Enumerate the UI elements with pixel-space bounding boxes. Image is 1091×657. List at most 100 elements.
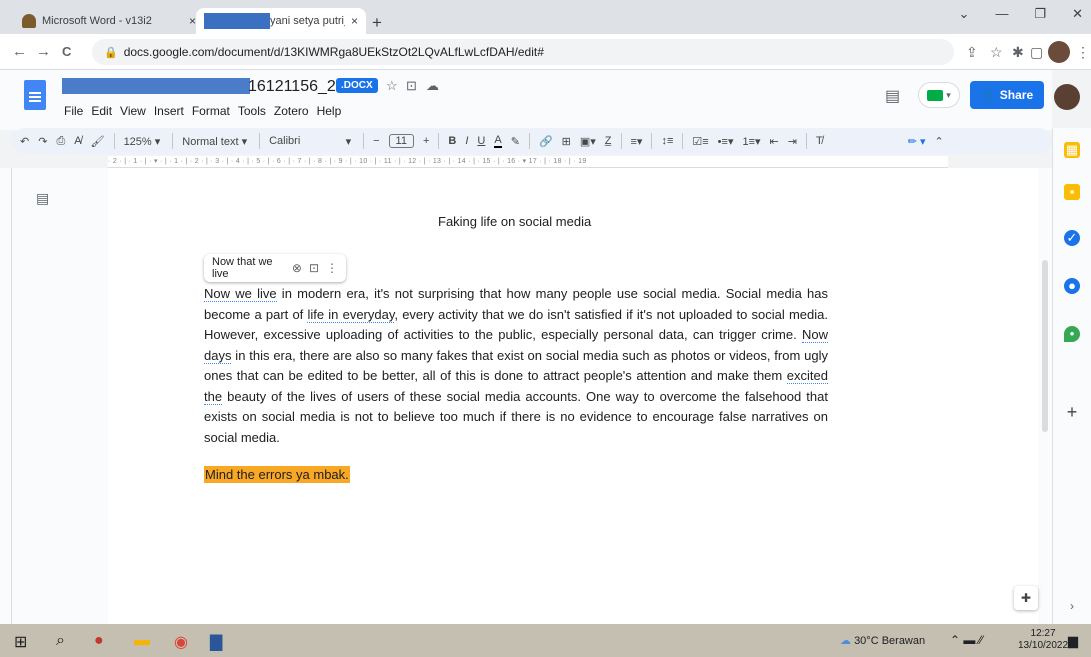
insert-image-icon[interactable]: ▣▾ [580, 135, 596, 148]
share-button[interactable]: 👤 Share [970, 81, 1044, 109]
checklist-icon[interactable]: ☑≡ [692, 135, 708, 148]
keep-icon[interactable]: ▪ [1064, 184, 1080, 200]
star-icon[interactable]: ☆ [386, 78, 398, 94]
grammar-flagged-text[interactable]: life in everyday [307, 306, 395, 323]
reload-button[interactable]: C [62, 44, 71, 59]
document-page[interactable]: Faking life on social media Now we live … [108, 168, 1038, 624]
more-options-icon[interactable]: ⋮ [326, 261, 338, 275]
text-color-button[interactable]: A [494, 134, 502, 148]
line-spacing-icon[interactable]: ↕≡ [661, 135, 673, 147]
style-select[interactable]: Normal text ▾ [182, 135, 247, 148]
undo-icon[interactable]: ↶ [20, 135, 29, 148]
tab-search-icon[interactable]: ⌄ [959, 6, 970, 22]
redo-icon[interactable]: ↷ [38, 135, 47, 148]
new-tab-button[interactable]: + [372, 13, 382, 33]
maps-icon[interactable]: • [1064, 326, 1080, 342]
vertical-scrollbar[interactable] [1042, 260, 1048, 432]
add-addon-icon[interactable]: + [1064, 403, 1080, 421]
clear-icon[interactable]: Z̲ [605, 135, 612, 147]
italic-button[interactable]: I [465, 135, 468, 147]
bulleted-list-icon[interactable]: •≡▾ [718, 135, 734, 148]
clock[interactable]: 12:27 13/10/2022 [1018, 628, 1068, 652]
menu-file[interactable]: File [64, 104, 83, 118]
comment-history-icon[interactable]: ▤ [885, 86, 900, 106]
windows-start-icon[interactable]: ⊞ [14, 632, 27, 652]
close-tab-icon[interactable]: × [351, 14, 358, 28]
word-icon[interactable]: ▇ [210, 632, 222, 652]
numbered-list-icon[interactable]: 1≡▾ [742, 135, 760, 148]
underline-button[interactable]: U [477, 135, 485, 147]
move-folder-icon[interactable]: ⊡ [406, 78, 417, 94]
menu-view[interactable]: View [120, 104, 146, 118]
add-comment-icon[interactable]: ⊞ [562, 135, 571, 148]
redacted-title-block [62, 78, 250, 94]
bold-button[interactable]: B [448, 135, 456, 147]
document-title[interactable]: 16121156_2F [248, 78, 346, 96]
zoom-select[interactable]: 125% ▾ [124, 135, 161, 148]
side-panel-icon[interactable]: ▢ [1030, 44, 1043, 61]
address-bar[interactable]: 🔒 docs.google.com/document/d/13KIWMRga8U… [92, 39, 954, 65]
file-explorer-icon[interactable]: ▬ [134, 632, 150, 650]
font-select[interactable]: Calibri ▾ [269, 135, 351, 148]
menu-zotero[interactable]: Zotero [274, 104, 309, 118]
share-label: Share [999, 88, 1034, 102]
decrease-indent-icon[interactable]: ⇤ [770, 135, 779, 148]
close-tab-icon[interactable]: × [189, 14, 196, 28]
tasks-icon[interactable]: ✓ [1064, 230, 1080, 246]
app-icon[interactable]: ● [94, 632, 104, 650]
toolbar-divider [113, 133, 115, 149]
horizontal-ruler[interactable]: · 2 · | · 1 · | · ▾ · | · 1 · | · 2 · | … [108, 156, 948, 168]
menu-format[interactable]: Format [192, 104, 230, 118]
menu-edit[interactable]: Edit [91, 104, 112, 118]
print-icon[interactable]: ⎙ [56, 135, 65, 148]
paint-format-icon[interactable]: 🖌 [91, 135, 105, 148]
share-page-icon[interactable]: ⇪ [966, 44, 978, 61]
chevron-right-icon[interactable]: › [1064, 598, 1080, 614]
minimize-button[interactable]: — [995, 6, 1008, 22]
calendar-icon[interactable]: ▦ [1064, 142, 1080, 158]
close-window-button[interactable]: ✕ [1072, 6, 1083, 22]
docs-logo-icon[interactable] [24, 80, 46, 110]
browser-tab-word[interactable]: Microsoft Word - v13i2 × [14, 8, 204, 34]
system-tray-icons[interactable]: ⌃ ▬ ⁄⁄ [950, 633, 983, 647]
font-size-input[interactable]: 11 [388, 134, 414, 148]
menu-tools[interactable]: Tools [238, 104, 266, 118]
search-icon[interactable]: ⌕ [56, 632, 65, 650]
editing-mode-icon[interactable]: ✏ ▾ [908, 135, 926, 148]
weather-status[interactable]: ☁ 30°C Berawan [840, 634, 925, 647]
contacts-icon[interactable]: ● [1064, 278, 1080, 294]
cloud-status-icon[interactable]: ☁ [426, 78, 439, 94]
forward-button[interactable]: → [36, 43, 51, 60]
explore-button[interactable]: ✚ [1014, 586, 1038, 610]
weather-text: 30°C Berawan [854, 635, 926, 647]
suggestion-comment-icon[interactable]: ⊡ [309, 261, 319, 275]
collapse-menu-icon[interactable]: ⌃ [935, 135, 944, 148]
insert-link-icon[interactable]: 🔗 [539, 135, 553, 148]
chrome-profile-avatar[interactable] [1048, 41, 1070, 63]
extensions-puzzle-icon[interactable]: ✱ [1012, 44, 1024, 61]
menu-help[interactable]: Help [317, 104, 342, 118]
notifications-icon[interactable]: ▆ [1068, 633, 1078, 649]
user-avatar[interactable] [1054, 84, 1080, 110]
restore-button[interactable]: ❐ [1034, 6, 1046, 22]
increase-indent-icon[interactable]: ⇥ [788, 135, 797, 148]
bookmark-star-icon[interactable]: ☆ [990, 44, 1003, 61]
align-icon[interactable]: ≡▾ [631, 135, 643, 148]
clear-formatting-icon[interactable]: T̸ [816, 135, 823, 147]
chrome-menu-icon[interactable]: ⋮ [1076, 44, 1090, 61]
meet-button[interactable]: ▾ [918, 82, 960, 108]
vertical-ruler[interactable] [6, 168, 12, 624]
highlight-pen-icon[interactable]: ✎ [511, 135, 520, 148]
grammar-flagged-text[interactable]: Now we live [204, 286, 277, 302]
document-outline-icon[interactable]: ▤ [36, 190, 49, 207]
increase-font-size-button[interactable]: + [423, 135, 429, 147]
decrease-font-size-button[interactable]: − [373, 135, 379, 147]
browser-tab-docs[interactable]: yani setya putri_21612 × [196, 8, 366, 34]
spellcheck-icon[interactable]: A̸ [74, 135, 81, 147]
menu-insert[interactable]: Insert [154, 104, 184, 118]
dismiss-suggestion-icon[interactable]: ⊗ [292, 261, 302, 275]
chrome-icon[interactable]: ◉ [174, 632, 188, 652]
document-paragraph[interactable]: Now we live in modern era, it's not surp… [204, 284, 828, 448]
back-button[interactable]: ← [12, 43, 27, 60]
suggestion-chip[interactable]: Now that we live ⊗ ⊡ ⋮ [204, 254, 346, 282]
